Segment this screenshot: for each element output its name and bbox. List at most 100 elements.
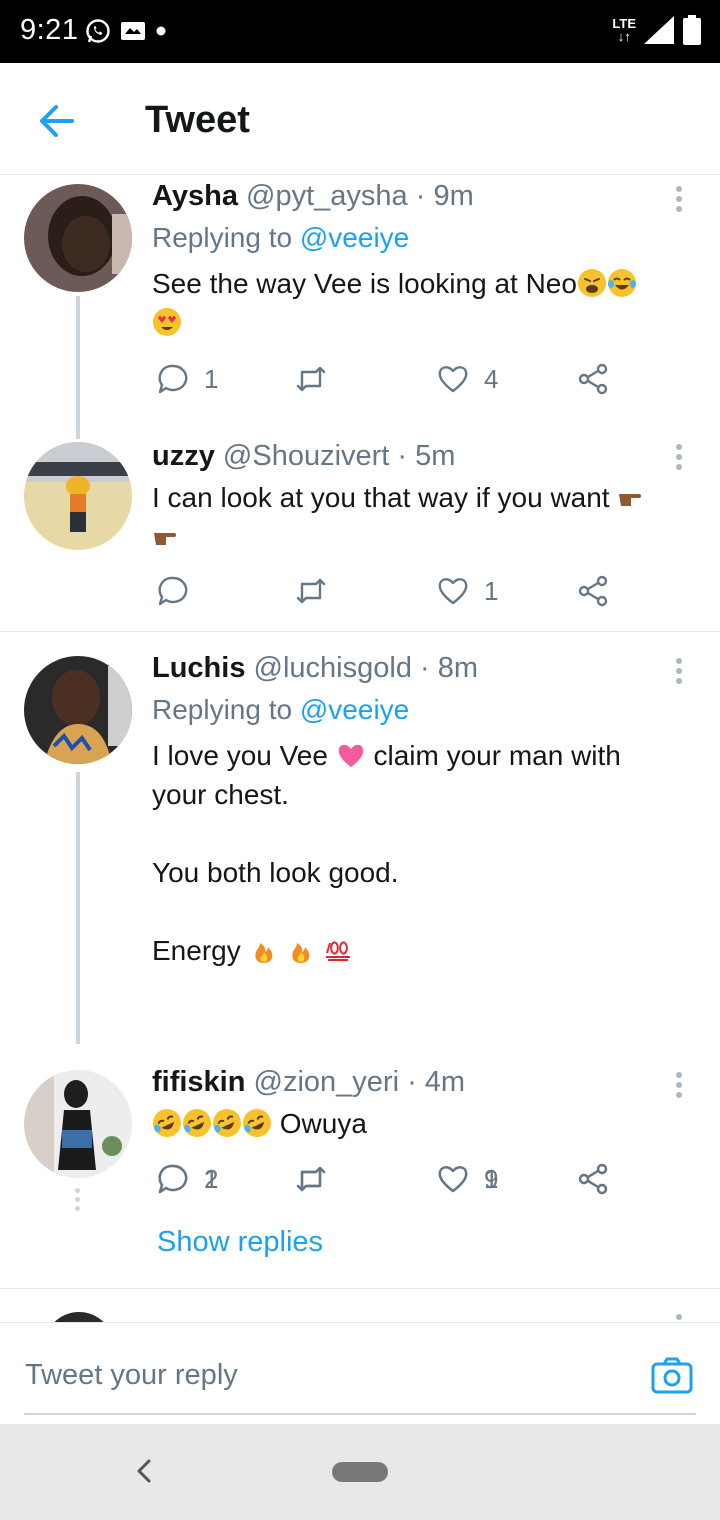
tweet-header: uzzy @Shouzivert · 5m	[152, 440, 455, 473]
tweet-time: · 9m	[415, 180, 474, 212]
share-button[interactable]	[576, 574, 610, 608]
thread-continuation-dots	[75, 1188, 81, 1215]
battery-icon	[683, 15, 701, 45]
retweet-icon	[296, 578, 326, 604]
home-pill[interactable]	[332, 1462, 388, 1482]
like-count: 4	[484, 363, 499, 394]
signal-icon	[644, 16, 674, 44]
status-bar: 9:21 LTE ↓↑	[0, 0, 720, 63]
retweet-button[interactable]	[294, 362, 342, 396]
avatar-uzzy-image	[24, 442, 132, 550]
reply-icon	[158, 576, 188, 606]
more-options-icon[interactable]	[672, 658, 686, 688]
notification-icons	[85, 18, 167, 44]
show-replies-link[interactable]: Show replies	[157, 1226, 323, 1259]
weary-face-emoji-icon	[577, 269, 606, 297]
tweet-time: · 4m	[407, 1066, 466, 1098]
more-options-icon[interactable]	[672, 444, 686, 474]
tweet-actions: 1 4	[152, 362, 632, 402]
like-count: 1	[484, 1163, 499, 1194]
dot-icon	[156, 26, 166, 36]
tweet-actions: 1 1	[152, 1162, 632, 1202]
tweet-text: See the way Vee is looking at Neo	[152, 264, 682, 342]
tweet-header: Aysha @pyt_aysha · 9m	[152, 180, 474, 213]
avatar-fifiskin-image	[24, 1070, 132, 1178]
nav-back-icon[interactable]	[134, 1456, 154, 1486]
replying-to: Replying to @veeiye	[152, 222, 410, 253]
avatar[interactable]	[24, 1070, 132, 1178]
status-right: LTE ↓↑	[612, 14, 702, 46]
network-indicator: LTE ↓↑	[612, 16, 636, 44]
app-bar: Tweet	[0, 63, 720, 175]
rolling-laughing-emoji-icon	[153, 1109, 181, 1137]
reply-button[interactable]: 1	[156, 362, 218, 396]
thread-line	[76, 296, 80, 439]
author-handle[interactable]: @luchisgold	[254, 652, 412, 684]
more-options-icon[interactable]	[672, 1314, 686, 1322]
author-handle[interactable]: @zion_yeri	[254, 1066, 400, 1098]
share-icon	[578, 1163, 608, 1195]
tweet-text: I can look at you that way if you want	[152, 478, 682, 556]
retweet-button[interactable]	[294, 574, 342, 608]
share-icon	[578, 575, 608, 607]
more-options-icon[interactable]	[672, 186, 686, 216]
tweet-time: · 8m	[420, 652, 479, 684]
whatsapp-icon	[86, 19, 110, 43]
camera-icon[interactable]	[650, 1355, 694, 1395]
avatar[interactable]	[24, 184, 132, 292]
author-name[interactable]: Luchis	[152, 652, 245, 684]
author-name[interactable]: Aysha	[152, 180, 238, 212]
avatar[interactable]	[24, 656, 132, 764]
page-title: Tweet	[145, 99, 250, 141]
reply-icon	[158, 364, 188, 394]
tweet-actions: 1	[152, 574, 632, 614]
thread-divider	[0, 631, 720, 632]
rolling-laughing-emoji-icon	[183, 1109, 211, 1137]
author-handle[interactable]: @Shouzivert	[223, 440, 389, 472]
reply-button[interactable]: 1	[156, 1162, 218, 1196]
author-name[interactable]: uzzy	[152, 440, 215, 472]
updown-arrows-icon: ↓↑	[617, 29, 631, 44]
mention-link[interactable]: @veeiye	[300, 222, 409, 253]
system-nav-bar	[0, 1424, 720, 1520]
like-button[interactable]: 1	[436, 574, 498, 608]
more-options-icon[interactable]	[672, 1072, 686, 1102]
reply-count: 1	[204, 1163, 219, 1194]
tweet-header: Luchis @luchisgold · 8m	[152, 652, 478, 685]
like-button[interactable]: 1	[436, 1162, 498, 1196]
retweet-button[interactable]	[294, 1162, 342, 1196]
hundred-points-emoji-icon	[326, 941, 351, 961]
tweet-header: fifiskin @zion_yeri · 4m	[152, 1066, 465, 1099]
back-arrow-icon[interactable]	[36, 103, 76, 139]
reply-count: 1	[204, 363, 219, 394]
tweet-text: Owuya	[152, 1104, 682, 1143]
heart-icon	[438, 366, 468, 393]
fire-emoji-icon	[292, 943, 310, 963]
avatar-aysha-image	[24, 184, 132, 292]
status-time: 9:21	[20, 14, 79, 46]
input-underline	[24, 1413, 696, 1415]
rolling-laughing-emoji-icon	[213, 1109, 241, 1137]
share-button[interactable]	[576, 1162, 610, 1196]
fire-emoji-icon	[254, 943, 272, 963]
reply-button[interactable]	[156, 574, 204, 608]
author-name[interactable]: fifiskin	[152, 1066, 245, 1098]
sparkling-heart-emoji-icon	[338, 744, 363, 767]
avatar[interactable]	[24, 442, 132, 550]
share-button[interactable]	[576, 362, 610, 396]
heart-icon	[438, 578, 468, 605]
message-icon	[121, 22, 145, 40]
tweet-partial[interactable]	[0, 1310, 720, 1322]
avatar-luchis-image	[24, 656, 132, 764]
avatar[interactable]	[44, 1312, 114, 1322]
thread-divider	[0, 1288, 720, 1289]
retweet-icon	[296, 1166, 326, 1192]
retweet-icon	[296, 366, 326, 392]
tweet-text: I love you Vee claim your man with your …	[152, 740, 621, 966]
mention-link[interactable]: @veeiye	[300, 694, 409, 725]
like-button[interactable]: 4	[436, 362, 498, 396]
author-handle[interactable]: @pyt_aysha	[246, 180, 408, 212]
reply-input[interactable]: Tweet your reply	[25, 1359, 238, 1392]
heart-icon	[438, 1166, 468, 1193]
rolling-laughing-emoji-icon	[243, 1109, 271, 1137]
